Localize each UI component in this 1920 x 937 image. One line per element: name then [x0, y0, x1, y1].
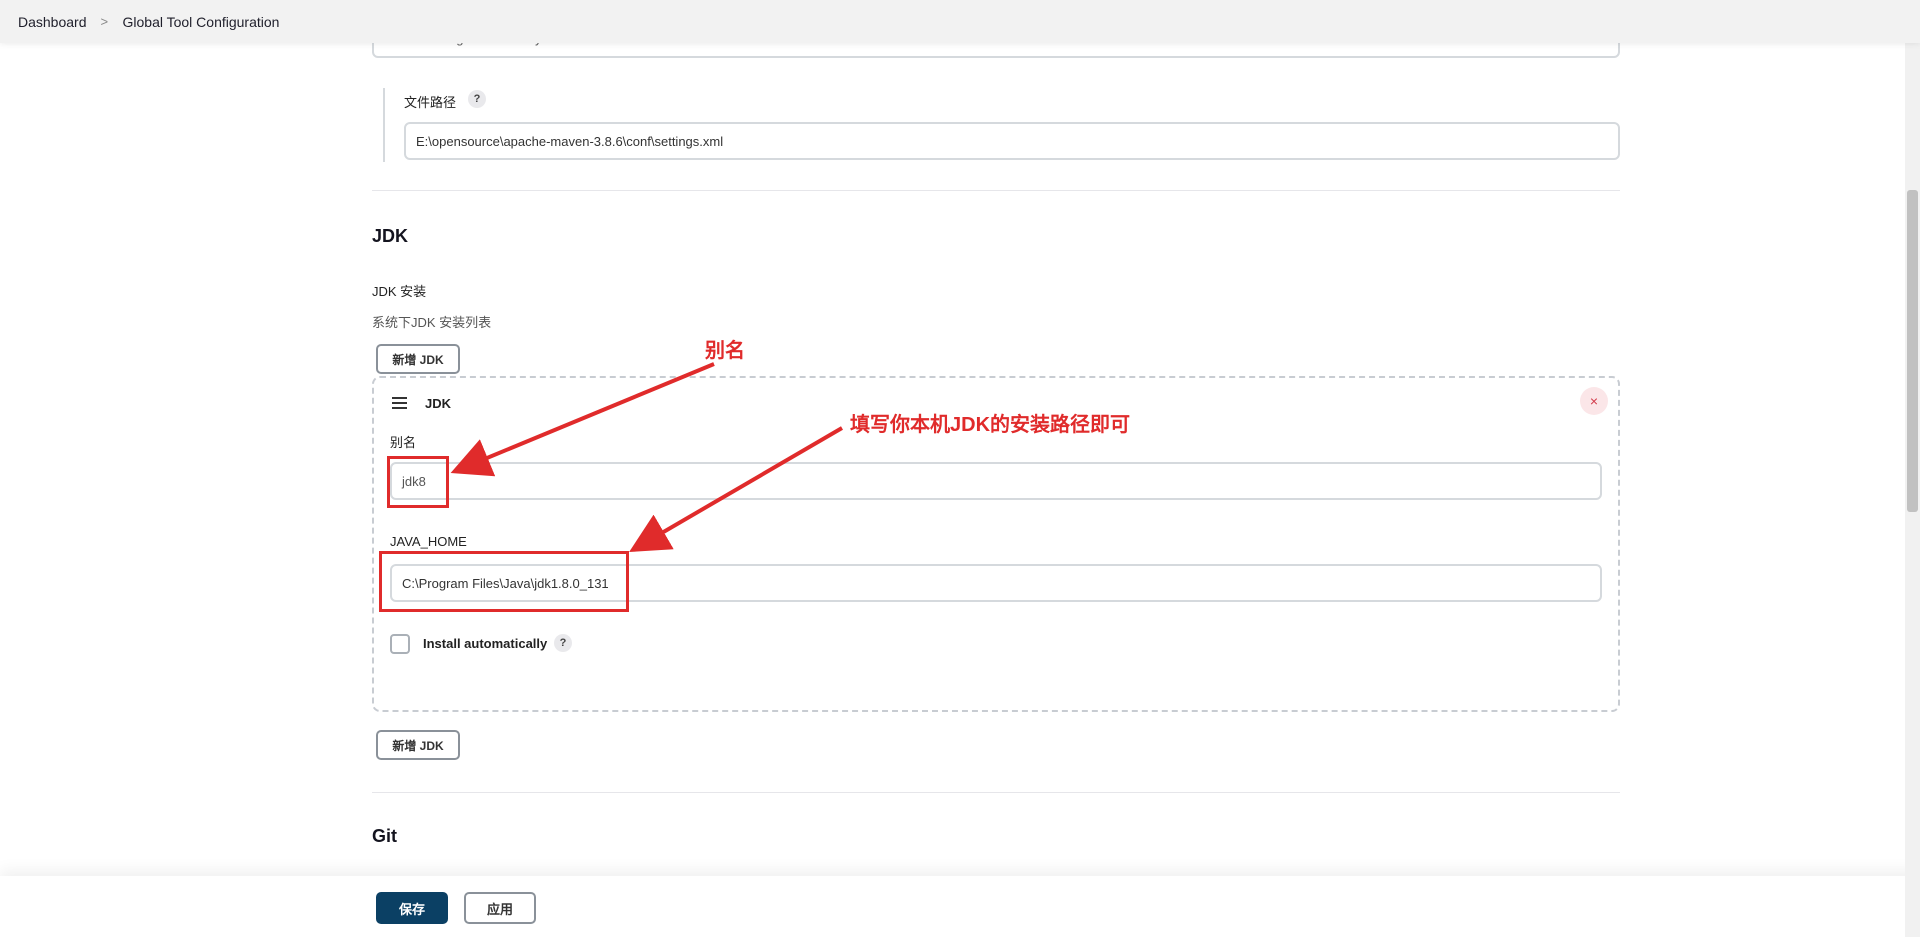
git-section-title: Git [372, 826, 397, 846]
jdk-installations-label: JDK 安装 [372, 284, 427, 299]
java-home-label: JAVA_HOME [390, 534, 467, 549]
section-divider [372, 792, 1620, 793]
file-path-input[interactable]: E:\opensource\apache-maven-3.8.6\conf\se… [404, 122, 1620, 160]
file-path-value: E:\opensource\apache-maven-3.8.6\conf\se… [416, 133, 724, 149]
annotation-path-note: 填写你本机JDK的安装路径即可 [850, 414, 1131, 436]
nested-field-indent-rule [383, 88, 385, 162]
install-automatically-label: Install automatically [423, 636, 548, 651]
bottom-action-bar [0, 876, 1920, 937]
add-jdk-button-top[interactable]: 新增 JDK [376, 344, 460, 374]
breadcrumb: Dashboard > Global Tool Configuration [0, 0, 1920, 43]
close-icon[interactable]: × [1580, 387, 1608, 415]
breadcrumb-dashboard-link[interactable]: Dashboard [18, 14, 87, 30]
apply-button[interactable]: 应用 [464, 892, 536, 924]
alias-input[interactable]: jdk8 [390, 462, 1602, 500]
alias-label: 别名 [390, 435, 417, 450]
file-path-help-icon[interactable]: ? [468, 90, 486, 108]
annotation-java-home-highlight [379, 551, 629, 612]
jdk-installations-description: 系统下JDK 安装列表 [372, 315, 492, 330]
save-button[interactable]: 保存 [376, 892, 448, 924]
breadcrumb-current-page[interactable]: Global Tool Configuration [123, 14, 280, 30]
add-jdk-button-bottom[interactable]: 新增 JDK [376, 730, 460, 760]
chevron-right-icon: > [100, 14, 109, 29]
jdk-entry-header: JDK [425, 396, 452, 411]
annotation-alias-highlight [387, 456, 449, 508]
install-automatically-checkbox[interactable] [390, 634, 410, 654]
drag-handle-icon[interactable] [392, 397, 407, 409]
section-divider [372, 190, 1620, 191]
annotation-alias-note: 别名 [705, 340, 745, 362]
scrollbar-thumb[interactable] [1907, 190, 1918, 512]
install-automatically-help-icon[interactable]: ? [554, 634, 572, 652]
jdk-section-title: JDK [372, 226, 409, 246]
file-path-label: 文件路径 [404, 95, 457, 110]
